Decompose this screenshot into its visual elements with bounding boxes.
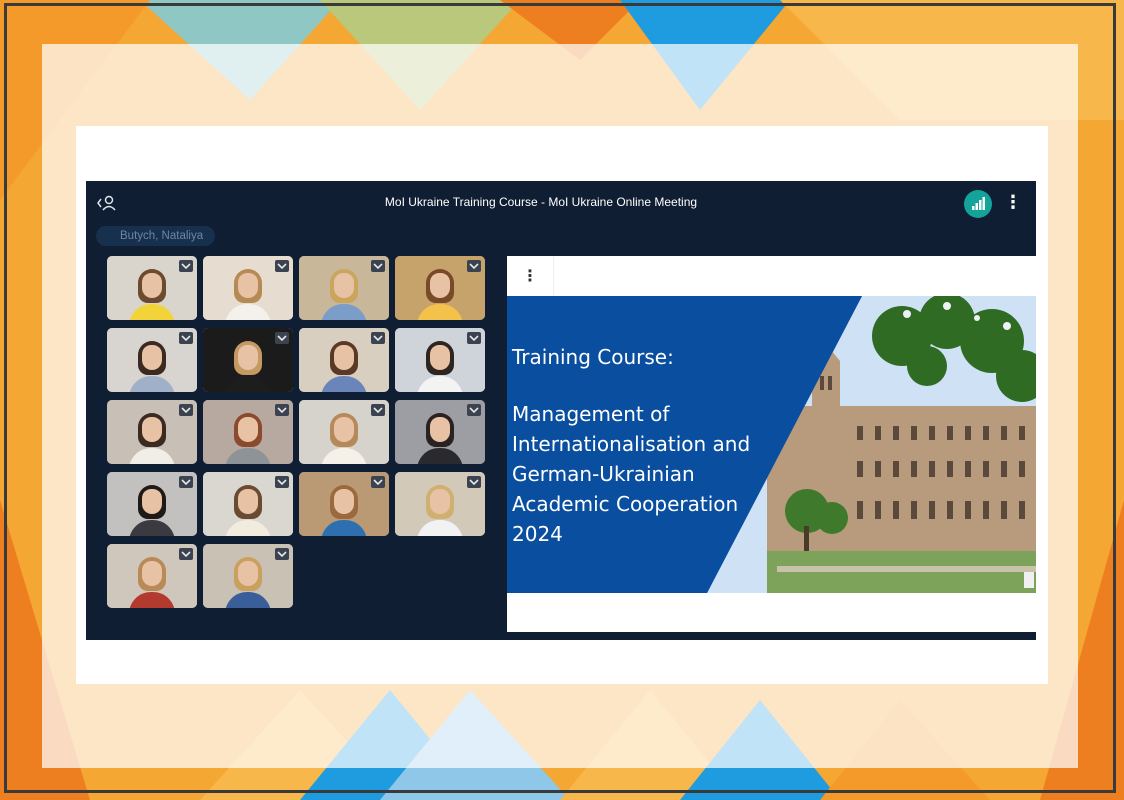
participant-face bbox=[142, 345, 162, 370]
chevron-down-icon[interactable] bbox=[275, 548, 289, 560]
chevron-down-icon[interactable] bbox=[275, 404, 289, 416]
participant-face bbox=[238, 561, 258, 586]
participant-face bbox=[334, 489, 354, 514]
presentation-slide: Training Course: Management of Internati… bbox=[507, 296, 1036, 593]
chevron-down-icon[interactable] bbox=[275, 476, 289, 488]
chevron-down-icon[interactable] bbox=[467, 476, 481, 488]
participant-face bbox=[238, 489, 258, 514]
participant-video-tile[interactable] bbox=[395, 472, 485, 536]
chevron-down-icon[interactable] bbox=[371, 476, 385, 488]
participant-video-tile[interactable] bbox=[107, 544, 197, 608]
shared-screen: ⋮ Training Course: Management of Interna… bbox=[507, 256, 1036, 632]
more-options-button[interactable]: ⋮ bbox=[1004, 193, 1022, 213]
chevron-down-icon[interactable] bbox=[179, 476, 193, 488]
meeting-topbar: MoI Ukraine Training Course - MoI Ukrain… bbox=[86, 181, 1036, 225]
participant-video-tile[interactable] bbox=[203, 328, 293, 392]
participant-face bbox=[238, 345, 258, 370]
chevron-down-icon[interactable] bbox=[275, 332, 289, 344]
participant-face bbox=[142, 417, 162, 442]
chevron-down-icon[interactable] bbox=[371, 404, 385, 416]
chevron-down-icon[interactable] bbox=[179, 260, 193, 272]
share-more-button[interactable]: ⋮ bbox=[507, 256, 554, 296]
participant-face bbox=[238, 273, 258, 298]
participant-video-tile[interactable] bbox=[299, 328, 389, 392]
slide-heading: Training Course: bbox=[512, 345, 674, 369]
chevron-down-icon[interactable] bbox=[179, 548, 193, 560]
active-speaker-badge: Butych, Nataliya bbox=[96, 226, 216, 246]
meeting-title: MoI Ukraine Training Course - MoI Ukrain… bbox=[384, 195, 698, 209]
participant-video-tile[interactable] bbox=[299, 256, 389, 320]
participant-video-tile[interactable] bbox=[395, 400, 485, 464]
participant-face bbox=[430, 345, 450, 370]
participant-face bbox=[334, 273, 354, 298]
participant-face bbox=[430, 417, 450, 442]
participant-video-tile[interactable] bbox=[299, 400, 389, 464]
network-signal-icon[interactable] bbox=[964, 190, 992, 218]
participant-face bbox=[142, 561, 162, 586]
participant-face bbox=[430, 489, 450, 514]
participant-face bbox=[334, 345, 354, 370]
participant-face bbox=[430, 273, 450, 298]
meeting-window: MoI Ukraine Training Course - MoI Ukrain… bbox=[86, 181, 1036, 640]
participant-face bbox=[142, 273, 162, 298]
slide-body-text: Management of Internationalisation and G… bbox=[512, 402, 751, 546]
participant-video-tile[interactable] bbox=[203, 400, 293, 464]
chevron-down-icon[interactable] bbox=[467, 260, 481, 272]
chevron-down-icon[interactable] bbox=[371, 332, 385, 344]
chevron-down-icon[interactable] bbox=[371, 260, 385, 272]
participant-video-tile[interactable] bbox=[203, 472, 293, 536]
participant-video-tile[interactable] bbox=[203, 544, 293, 608]
chevron-down-icon[interactable] bbox=[179, 404, 193, 416]
participant-face bbox=[238, 417, 258, 442]
participant-video-tile[interactable] bbox=[107, 472, 197, 536]
participant-video-tile[interactable] bbox=[107, 400, 197, 464]
participant-video-tile[interactable] bbox=[203, 256, 293, 320]
chevron-down-icon[interactable] bbox=[179, 332, 193, 344]
participant-video-tile[interactable] bbox=[107, 328, 197, 392]
participant-video-tile[interactable] bbox=[299, 472, 389, 536]
participant-face bbox=[334, 417, 354, 442]
chevron-down-icon[interactable] bbox=[275, 260, 289, 272]
participant-video-tile[interactable] bbox=[395, 328, 485, 392]
participant-video-tile[interactable] bbox=[395, 256, 485, 320]
chevron-down-icon[interactable] bbox=[467, 332, 481, 344]
participant-video-tile[interactable] bbox=[107, 256, 197, 320]
participant-face bbox=[142, 489, 162, 514]
chevron-down-icon[interactable] bbox=[467, 404, 481, 416]
